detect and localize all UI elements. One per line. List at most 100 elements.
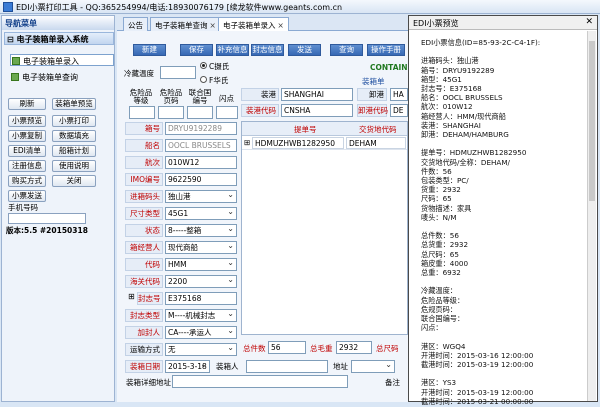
imo-label: IMO编号 bbox=[125, 173, 163, 186]
edi-list-button[interactable]: EDI清单 bbox=[8, 145, 46, 157]
close-icon[interactable]: × bbox=[210, 21, 216, 30]
menu-group-header[interactable]: ⊟ 电子装箱单录入系统 bbox=[4, 32, 114, 45]
imo-input[interactable]: 9622590 bbox=[165, 173, 237, 186]
seal-info-button[interactable]: 封志信息 bbox=[251, 44, 284, 56]
address-select[interactable] bbox=[351, 360, 395, 373]
slip-preview-button[interactable]: 小票预览 bbox=[8, 115, 46, 127]
discharge-port-input[interactable]: HA bbox=[390, 88, 408, 101]
scroll-thumb[interactable] bbox=[589, 41, 595, 201]
purchase-button[interactable]: 购买方式 bbox=[8, 175, 46, 187]
delivery-code-cell[interactable]: DEHAM bbox=[346, 137, 406, 149]
sealer-label: 加封人 bbox=[125, 326, 163, 339]
sidebar-item-query[interactable]: 电子装箱单查询 bbox=[10, 71, 114, 83]
refresh-button[interactable]: 刷新 bbox=[8, 98, 46, 110]
loading-terminal-select[interactable]: 独山港 bbox=[165, 190, 237, 203]
preview-title: EDI小票预览 bbox=[413, 19, 459, 28]
voyage-input[interactable]: 010W12 bbox=[165, 156, 237, 169]
bill-no-cell[interactable]: HDMUZHWB1282950 bbox=[252, 137, 344, 149]
tab-entry[interactable]: 电子装箱单录入 × bbox=[218, 17, 289, 31]
slip-print-button[interactable]: 小票打印 bbox=[52, 115, 96, 127]
data-fill-button[interactable]: 数据填充 bbox=[52, 130, 96, 142]
sidebar-item-entry[interactable]: 电子装箱单录入 bbox=[10, 54, 114, 66]
seal-no-input[interactable]: E375168 bbox=[165, 292, 237, 305]
size-type-select[interactable]: 45G1 bbox=[165, 207, 237, 220]
loading-port-input[interactable]: SHANGHAI bbox=[281, 88, 353, 101]
close-icon[interactable]: × bbox=[278, 21, 284, 30]
un-number-header: 联合国编号 bbox=[188, 88, 212, 105]
version-label: 版本:5.5 #20150318 bbox=[6, 226, 88, 235]
address-label: 地址 bbox=[333, 362, 348, 371]
total-pieces-input[interactable]: 56 bbox=[268, 341, 306, 354]
close-icon[interactable]: ✕ bbox=[585, 17, 593, 27]
close-button[interactable]: 关闭 bbox=[52, 175, 96, 187]
reefer-temp-label: 冷藏温度 bbox=[124, 69, 154, 78]
operator-select[interactable]: 现代商船 bbox=[165, 241, 237, 254]
box-date-picker[interactable]: 2015-3-18 bbox=[165, 360, 210, 373]
detail-address-input[interactable] bbox=[172, 375, 348, 388]
sidebar-header: 导航菜单 bbox=[2, 16, 114, 30]
box-no-input[interactable]: DRYU9192289 bbox=[165, 122, 237, 135]
status-label: 状态 bbox=[125, 224, 163, 237]
save-button[interactable]: 保存 bbox=[180, 44, 213, 56]
hazard-class-input[interactable] bbox=[129, 106, 155, 119]
celsius-label: C摄氏 bbox=[209, 62, 230, 71]
loading-port-code-input[interactable]: CNSHA bbox=[281, 104, 353, 117]
handbook-button[interactable]: 操作手册 bbox=[367, 44, 405, 56]
reefer-temp-input[interactable] bbox=[160, 66, 196, 79]
tab-label: 公告 bbox=[128, 21, 143, 30]
packing-preview-button[interactable]: 装箱单预览 bbox=[52, 98, 96, 110]
preview-line: 闪点： bbox=[421, 323, 443, 333]
celsius-radio[interactable] bbox=[200, 62, 207, 69]
transport-select[interactable]: 无 bbox=[165, 343, 237, 356]
container-label: CONTAINE bbox=[370, 63, 413, 72]
preview-scrollbar[interactable] bbox=[587, 31, 596, 401]
grid-header: 提单号 交货地代码 bbox=[242, 122, 407, 136]
tab-notice[interactable]: 公告 bbox=[123, 17, 148, 31]
seal-no-label: 封志号 bbox=[137, 292, 163, 305]
hazard-page-header: 危险品页码 bbox=[159, 88, 183, 105]
box-list-label: 装箱单 bbox=[362, 77, 385, 86]
form-icon bbox=[12, 57, 20, 65]
un-number-input[interactable] bbox=[187, 106, 213, 119]
bill-no-header: 提单号 bbox=[294, 125, 317, 134]
register-info-button[interactable]: 注册信息 bbox=[8, 160, 46, 172]
table-row[interactable]: ⊞ HDMUZHWB1282950 DEHAM bbox=[242, 137, 407, 150]
tab-bar: 公告 电子装箱单查询 × 电子装箱单录入 × bbox=[117, 15, 408, 31]
code-label: 代码 bbox=[125, 258, 163, 271]
flash-point-header: 闪点 bbox=[219, 94, 234, 103]
query-button[interactable]: 查询 bbox=[330, 44, 363, 56]
code-select[interactable]: HMM bbox=[165, 258, 237, 271]
fahrenheit-radio[interactable] bbox=[200, 76, 207, 83]
fahrenheit-label: F华氏 bbox=[209, 76, 229, 85]
bill-grid: 提单号 交货地代码 ⊞ HDMUZHWB1282950 DEHAM bbox=[241, 121, 408, 335]
sidebar: 导航菜单 ⊟ 电子装箱单录入系统 电子装箱单录入 电子装箱单查询 刷新 装箱单预… bbox=[1, 15, 115, 402]
window-title: EDI小票打印工具 - QQ:365254994/电话:18930076179 … bbox=[16, 3, 343, 12]
transport-label: 运输方式 bbox=[125, 343, 163, 356]
expand-icon[interactable]: ⊞ bbox=[244, 138, 250, 147]
expand-icon[interactable]: ⊞ bbox=[128, 292, 135, 301]
flash-point-input[interactable] bbox=[216, 106, 238, 119]
status-select[interactable]: 8-----整箱 bbox=[165, 224, 237, 237]
tab-query[interactable]: 电子装箱单查询 × bbox=[150, 17, 221, 31]
new-button[interactable]: 新建 bbox=[133, 44, 166, 56]
extra-info-button[interactable]: 补充信息 bbox=[216, 44, 249, 56]
total-weight-input[interactable]: 2932 bbox=[336, 341, 372, 354]
remark-label: 备注 bbox=[385, 378, 400, 387]
send-button[interactable]: 发送 bbox=[288, 44, 321, 56]
sealer-select[interactable]: CA----承运人 bbox=[165, 326, 237, 339]
ship-input[interactable]: OOCL BRUSSELS bbox=[165, 139, 237, 152]
slip-send-button[interactable]: 小票发送 bbox=[8, 190, 46, 202]
discharge-code-input[interactable]: DE bbox=[390, 104, 408, 117]
customs-code-select[interactable]: 2200 bbox=[165, 275, 237, 288]
slip-copy-button[interactable]: 小票复制 bbox=[8, 130, 46, 142]
packer-label: 装箱人 bbox=[216, 362, 239, 371]
manual-button[interactable]: 使用说明 bbox=[52, 160, 96, 172]
detail-address-label: 装箱详细地址 bbox=[126, 378, 171, 387]
preview-line: 截港时间：2015-03-19 12:00:00 bbox=[421, 360, 534, 369]
discharge-port-label: 卸港 bbox=[357, 88, 387, 101]
phone-input[interactable] bbox=[8, 213, 86, 224]
packer-input[interactable] bbox=[246, 360, 328, 373]
hazard-page-input[interactable] bbox=[158, 106, 184, 119]
ship-plan-button[interactable]: 船箱计划 bbox=[52, 145, 96, 157]
seal-type-select[interactable]: M----机械封志 bbox=[165, 309, 237, 322]
